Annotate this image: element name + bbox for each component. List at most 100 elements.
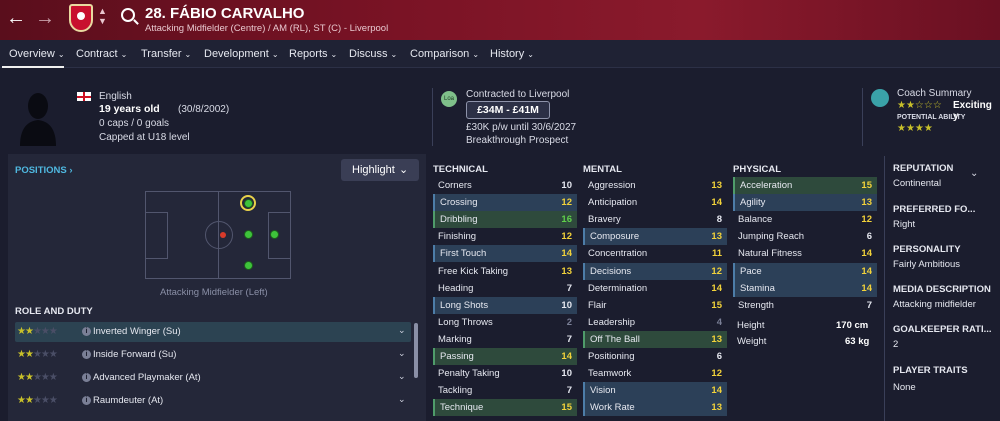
attribute-name: Crossing (440, 197, 478, 209)
info-icon[interactable]: i (82, 373, 91, 382)
technical-attribute-row[interactable]: Heading 7 (433, 280, 577, 297)
chevron-down-icon[interactable]: ⌄ (970, 168, 978, 179)
potential-ability-label: POTENTIAL ABILITY (897, 114, 966, 121)
attribute-name: Teamwork (588, 368, 632, 380)
back-icon[interactable]: ← (6, 7, 26, 29)
physical-attribute-row[interactable]: Acceleration 15 (733, 177, 877, 194)
role-row[interactable]: ★★★★★ i Inside Forward (Su) ⌄ (15, 345, 411, 365)
tab-comparison[interactable]: Comparison ⌄ (410, 48, 479, 60)
divider (884, 156, 885, 421)
attribute-name: Pace (740, 265, 762, 277)
technical-attribute-row[interactable]: Marking 7 (433, 331, 577, 348)
role-row[interactable]: ★★★★★ i Inverted Winger (Su) ⌄ (15, 322, 411, 342)
attribute-name: Concentration (588, 248, 648, 260)
chevron-down-icon[interactable]: ⌄ (398, 371, 406, 382)
technical-attribute-row[interactable]: First Touch 14 (433, 245, 577, 263)
info-icon[interactable]: i (82, 396, 91, 405)
attribute-name: Long Throws (438, 316, 493, 328)
goalkeeper-rating-label: GOALKEEPER RATI... (893, 324, 992, 335)
search-icon[interactable] (121, 8, 135, 22)
attribute-value: 13 (711, 333, 722, 345)
technical-attribute-row[interactable]: Corners 10 (433, 177, 577, 194)
mental-attribute-row[interactable]: Decisions 12 (583, 262, 727, 280)
attribute-value: 10 (561, 180, 572, 191)
technical-attribute-row[interactable]: Passing 14 (433, 348, 577, 365)
tab-discuss[interactable]: Discuss ⌄ (349, 48, 397, 60)
physical-attribute-row[interactable]: Jumping Reach 6 (733, 228, 877, 245)
role-row[interactable]: ★★★★★ i Advanced Playmaker (At) ⌄ (15, 368, 411, 388)
potential-ability-stars: ★★★★ (897, 123, 933, 134)
info-icon[interactable]: i (82, 350, 91, 359)
technical-attribute-row[interactable]: Finishing 12 (433, 228, 577, 245)
attribute-name: Vision (590, 385, 616, 397)
tab-development[interactable]: Development ⌄ (204, 48, 279, 60)
technical-attribute-row[interactable]: Dribbling 16 (433, 211, 577, 229)
coach-search-icon[interactable] (871, 89, 889, 107)
club-crest-icon[interactable] (69, 4, 93, 32)
attribute-name: Tackling (438, 385, 473, 397)
physical-attribute-row[interactable]: Natural Fitness 14 (733, 245, 877, 262)
attribute-value: 12 (561, 197, 572, 209)
mental-attribute-row[interactable]: Concentration 11 (583, 245, 727, 262)
role-row[interactable]: ★★★★★ i Raumdeuter (At) ⌄ (15, 391, 411, 411)
physical-attribute-row[interactable]: Agility 13 (733, 194, 877, 212)
attribute-name: Heading (438, 282, 474, 294)
attribute-name: Natural Fitness (738, 248, 802, 260)
attribute-name: Passing (440, 351, 474, 362)
club-badge-icon[interactable]: Loa (441, 91, 457, 107)
physical-attribute-row[interactable]: Strength 7 (733, 297, 877, 314)
preferred-foot-value: Right (893, 219, 916, 230)
technical-attribute-row[interactable]: Crossing 12 (433, 194, 577, 212)
reputation-label: REPUTATION (893, 163, 954, 174)
tab-history[interactable]: History ⌄ (490, 48, 534, 60)
attribute-value: 14 (861, 282, 872, 294)
mental-attribute-row[interactable]: Bravery 8 (583, 211, 727, 228)
attribute-value: 15 (711, 299, 722, 311)
technical-attribute-row[interactable]: Tackling 7 (433, 382, 577, 399)
player-silhouette-icon (20, 93, 56, 146)
mental-attribute-row[interactable]: Anticipation 14 (583, 194, 727, 211)
chevron-down-icon[interactable]: ⌄ (398, 325, 406, 336)
up-down-icon[interactable]: ▲ ▼ (98, 6, 107, 26)
tab-overview[interactable]: Overview ⌄ (9, 48, 65, 60)
mental-attribute-row[interactable]: Work Rate 13 (583, 399, 727, 417)
tab-contract[interactable]: Contract ⌄ (76, 48, 127, 60)
mental-attribute-row[interactable]: Vision 14 (583, 382, 727, 400)
technical-attribute-row[interactable]: Technique 15 (433, 399, 577, 417)
chevron-down-icon[interactable]: ⌄ (398, 348, 406, 359)
mental-attribute-row[interactable]: Positioning 6 (583, 348, 727, 365)
attribute-name: Bravery (588, 214, 621, 226)
highlight-dropdown[interactable]: Highlight ⌄ (341, 159, 419, 181)
technical-attribute-row[interactable]: Free Kick Taking 13 (433, 263, 577, 280)
chevron-down-icon[interactable]: ⌄ (398, 394, 406, 405)
attribute-value: 13 (861, 197, 872, 209)
mental-attribute-row[interactable]: Teamwork 12 (583, 365, 727, 382)
technical-attribute-row[interactable]: Long Throws 2 (433, 314, 577, 331)
physical-attribute-row[interactable]: Pace 14 (733, 262, 877, 280)
forward-icon[interactable]: → (35, 7, 55, 29)
media-description-label: MEDIA DESCRIPTION (893, 284, 991, 295)
tab-transfer[interactable]: Transfer ⌄ (141, 48, 191, 60)
attribute-value: 14 (861, 265, 872, 277)
personality-label: PERSONALITY (893, 244, 961, 255)
attribute-name: Agility (740, 197, 766, 209)
technical-attribute-row[interactable]: Penalty Taking 10 (433, 365, 577, 382)
mental-attribute-row[interactable]: Flair 15 (583, 297, 727, 314)
transfer-value[interactable]: £34M - £41M (466, 101, 550, 119)
roles-scrollbar[interactable] (414, 323, 418, 378)
mental-attribute-row[interactable]: Composure 13 (583, 228, 727, 246)
positions-title[interactable]: POSITIONS › (15, 165, 73, 176)
mental-attribute-row[interactable]: Aggression 13 (583, 177, 727, 194)
attribute-value: 12 (711, 265, 722, 277)
info-icon[interactable]: i (82, 327, 91, 336)
mental-attribute-row[interactable]: Determination 14 (583, 280, 727, 297)
physical-attribute-row[interactable]: Stamina 14 (733, 279, 877, 297)
attribute-value: 15 (561, 402, 572, 414)
tab-reports[interactable]: Reports ⌄ (289, 48, 337, 60)
mental-attribute-row[interactable]: Leadership 4 (583, 314, 727, 331)
physical-attribute-row[interactable]: Balance 12 (733, 211, 877, 228)
attribute-value: 8 (716, 214, 722, 226)
attribute-name: Jumping Reach (738, 231, 805, 243)
technical-attribute-row[interactable]: Long Shots 10 (433, 296, 577, 314)
mental-attribute-row[interactable]: Off The Ball 13 (583, 330, 727, 348)
